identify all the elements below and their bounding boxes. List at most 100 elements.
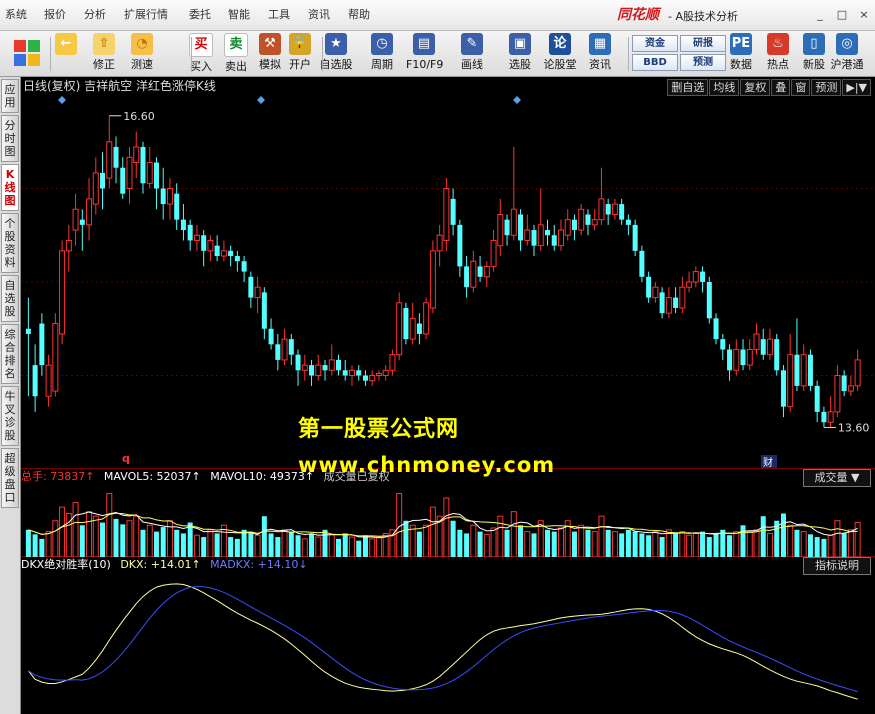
candle — [619, 198, 625, 225]
candle — [766, 328, 773, 360]
buy-button[interactable]: 买买入 — [183, 33, 219, 75]
toolbar-separator — [191, 37, 192, 71]
volume-bar — [780, 513, 786, 557]
candle — [166, 178, 173, 220]
volume-bar — [551, 531, 557, 557]
modify-button[interactable]: ⇧ 修正 — [86, 33, 122, 75]
maximize-icon[interactable]: □ — [835, 8, 849, 22]
menu-item-1[interactable]: 报价 — [44, 7, 66, 23]
indicator-header: DKX绝对胜率(10) DKX: +14.01↑ MADKX: +14.10↓ — [21, 557, 308, 573]
candle — [248, 271, 254, 308]
chart-header-button-2[interactable]: 复权 — [740, 79, 771, 96]
q-marker[interactable]: q — [122, 452, 130, 465]
volume-bar — [214, 533, 220, 557]
sidebar-tab-6[interactable]: 牛 叉 诊 股 — [1, 386, 19, 446]
f10-button[interactable]: ▤ F10/F9 — [406, 33, 443, 75]
candle — [652, 282, 659, 303]
test-label: 测速 — [131, 58, 153, 71]
dkx-indicator-chart[interactable] — [21, 573, 875, 714]
research-button[interactable]: 研报 — [680, 35, 726, 52]
chart-header-button-3[interactable]: 叠 — [771, 79, 791, 96]
finance-marker[interactable]: 财 — [763, 456, 773, 469]
chart-header-button-0[interactable]: 删自选 — [667, 79, 709, 96]
hotspot-button[interactable]: ♨ 热点 — [760, 33, 796, 75]
candle — [483, 261, 490, 288]
volume-bar — [342, 533, 348, 557]
app-grid-icon[interactable] — [14, 40, 40, 66]
sidebar-tab-2[interactable]: K 线 图 — [1, 164, 19, 211]
candle — [524, 214, 531, 246]
data-button[interactable]: PE 数据 — [723, 33, 759, 75]
sidebar-tab-1[interactable]: 分 时 图 — [1, 115, 19, 162]
candle — [254, 276, 261, 314]
candle — [537, 188, 544, 251]
candle — [275, 333, 281, 371]
volume-bar — [356, 540, 362, 557]
dkx-value: DKX: +14.01↑ — [120, 558, 201, 571]
draw-button[interactable]: ✎ 画线 — [454, 33, 490, 75]
candle — [746, 339, 753, 371]
chart-header-button-6[interactable]: ▶|▼ — [842, 79, 871, 96]
watchlist-button[interactable]: ★ 自选股 — [318, 33, 354, 75]
menu-item-2[interactable]: 分析 — [84, 7, 106, 23]
volume-bar — [113, 518, 119, 557]
minimize-icon[interactable]: _ — [813, 8, 827, 22]
back-button[interactable]: ← — [48, 33, 84, 75]
forecast-button[interactable]: 预测 — [680, 54, 726, 71]
test-button[interactable]: ◔ 测速 — [124, 33, 160, 75]
sidebar-tab-label: 超 级 盘 口 — [4, 452, 16, 504]
stock-select-button[interactable]: ▣ 选股 — [502, 33, 538, 75]
period-button[interactable]: ◷ 周期 — [364, 33, 400, 75]
modify-label: 修正 — [93, 58, 115, 71]
candle — [315, 354, 322, 381]
menu-bar: 系统 报价 分析 扩展行情 委托 智能 工具 资讯 帮助 同花顺 - A股技术分析 _ □ × — [0, 0, 875, 31]
sidebar-tab-5[interactable]: 综 合 排 名 — [1, 324, 19, 384]
watermark-title: 第一股票公式网 — [298, 417, 460, 442]
volume-bar — [477, 531, 483, 557]
volume-bar — [416, 531, 422, 557]
volume-bar — [369, 538, 376, 557]
volume-bar — [403, 520, 409, 557]
forum-button[interactable]: 论论股堂 — [542, 33, 578, 75]
mavol10-line — [28, 512, 858, 537]
event-diamond-icon[interactable] — [58, 96, 66, 104]
menu-item-4[interactable]: 委托 — [189, 7, 211, 23]
fund-button[interactable]: 资金 — [632, 35, 678, 52]
chart-header-button-4[interactable]: 窗 — [791, 79, 811, 96]
info-button[interactable]: ▦ 资讯 — [582, 33, 618, 75]
volume-bar — [106, 493, 113, 557]
sidebar-tab-0[interactable]: 应 用 — [1, 79, 19, 113]
menu-item-8[interactable]: 帮助 — [348, 7, 370, 23]
volume-bar — [483, 533, 490, 557]
candle — [679, 276, 686, 314]
event-diamond-icon[interactable] — [257, 96, 265, 104]
menu-item-6[interactable]: 工具 — [268, 7, 290, 23]
bbd-button[interactable]: BBD — [632, 54, 678, 71]
candle — [140, 141, 146, 194]
sidebar-tab-4[interactable]: 自 选 股 — [1, 275, 19, 322]
event-diamond-icon[interactable] — [513, 96, 521, 104]
hk-connect-button[interactable]: ◎ 沪港通 — [829, 33, 865, 75]
volume-chart[interactable] — [21, 485, 875, 557]
menu-item-7[interactable]: 资讯 — [308, 7, 330, 23]
hk-connect-label: 沪港通 — [830, 58, 864, 71]
sidebar-tab-3[interactable]: 个 股 资 料 — [1, 213, 19, 273]
volume-bar — [524, 531, 531, 557]
new-stock-button[interactable]: ▯ 新股 — [796, 33, 832, 75]
open-account-button[interactable]: 🔒 开户 — [282, 33, 318, 75]
volume-bar — [545, 529, 550, 557]
menu-item-3[interactable]: 扩展行情 — [124, 7, 168, 23]
chart-header-button-5[interactable]: 预测 — [811, 79, 842, 96]
sell-button[interactable]: 卖卖出 — [218, 33, 254, 75]
menu-item-0[interactable]: 系统 — [5, 7, 27, 23]
indicator-title: DKX绝对胜率(10) — [21, 558, 111, 571]
volume-bar — [281, 529, 288, 557]
chart-header-button-1[interactable]: 均线 — [709, 79, 740, 96]
volume-bar — [598, 515, 605, 557]
close-icon[interactable]: × — [857, 8, 871, 22]
menu-item-5[interactable]: 智能 — [228, 7, 250, 23]
volume-bar — [659, 537, 665, 557]
chevron-down-icon: ▼ — [851, 471, 860, 484]
sidebar-tab-7[interactable]: 超 级 盘 口 — [1, 448, 19, 508]
volume-bar — [591, 531, 598, 557]
